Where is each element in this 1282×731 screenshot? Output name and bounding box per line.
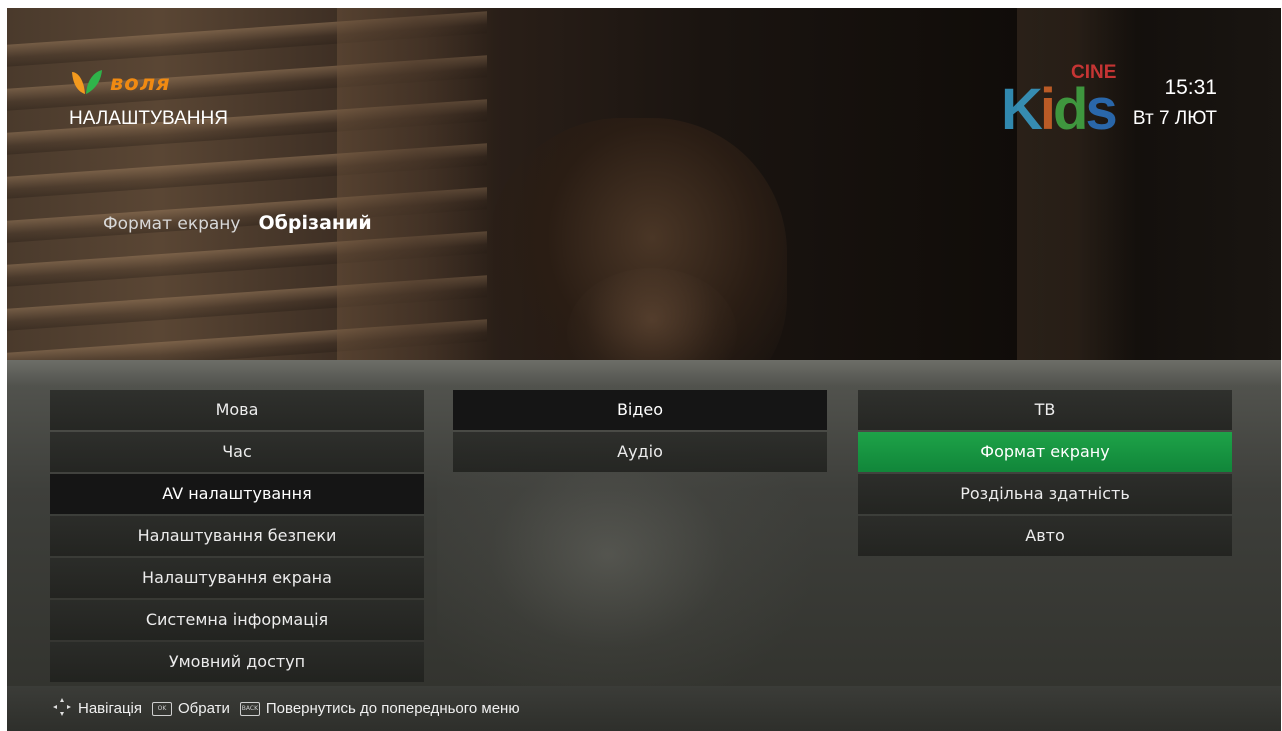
ok-hint-label: Обрати	[178, 700, 230, 717]
menu-item-screen-settings[interactable]: Налаштування екрана	[50, 558, 424, 598]
menu-item-conditional-access[interactable]: Умовний доступ	[50, 642, 424, 682]
menu-item-auto[interactable]: Авто	[858, 516, 1232, 556]
menu-item-audio[interactable]: Аудіо	[453, 432, 827, 472]
nav-hint-label: Навігація	[78, 700, 143, 717]
tv-screen: воля НАЛАШТУВАННЯ Kids CINE 15:31 Вт 7 Л…	[7, 8, 1281, 731]
av-submenu-column: Відео Аудіо	[453, 390, 827, 472]
menu-item-video[interactable]: Відео	[453, 390, 827, 430]
clock-date: Вт 7 ЛЮТ	[1132, 108, 1217, 129]
menu-item-time[interactable]: Час	[50, 432, 424, 472]
page-title: НАЛАШТУВАННЯ	[69, 108, 228, 129]
footer-hints: Навігація OK Обрати BACK Повернутись до …	[7, 686, 1281, 731]
menu-item-screen-format[interactable]: Формат екрану	[858, 432, 1232, 472]
current-setting-preview: Формат екрану Обрізаний	[103, 212, 372, 234]
brand-name: воля	[110, 71, 171, 95]
channel-logo-sub: CINE	[1071, 62, 1117, 83]
dpad-icon	[52, 697, 72, 721]
settings-menu-panel: Мова Час AV налаштування Налаштування бе…	[7, 360, 1281, 690]
ok-button-icon: OK	[152, 701, 173, 716]
menu-item-tv[interactable]: ТВ	[858, 390, 1232, 430]
clock-time: 15:31	[1164, 76, 1217, 99]
preview-label: Формат екрану	[103, 214, 241, 234]
menu-item-security-settings[interactable]: Налаштування безпеки	[50, 516, 424, 556]
back-hint-label: Повернутись до попереднього меню	[265, 700, 520, 717]
main-menu-column: Мова Час AV налаштування Налаштування бе…	[50, 390, 424, 682]
menu-item-av-settings[interactable]: AV налаштування	[50, 474, 424, 514]
preview-value: Обрізаний	[258, 212, 372, 234]
leaf-logo-icon	[72, 70, 102, 94]
menu-item-system-info[interactable]: Системна інформація	[50, 600, 424, 640]
menu-item-resolution[interactable]: Роздільна здатність	[858, 474, 1232, 514]
back-button-icon: BACK	[239, 701, 260, 716]
menu-item-language[interactable]: Мова	[50, 390, 424, 430]
brand-logo: воля	[68, 68, 171, 98]
video-submenu-column: ТВ Формат екрану Роздільна здатність Авт…	[858, 390, 1232, 556]
